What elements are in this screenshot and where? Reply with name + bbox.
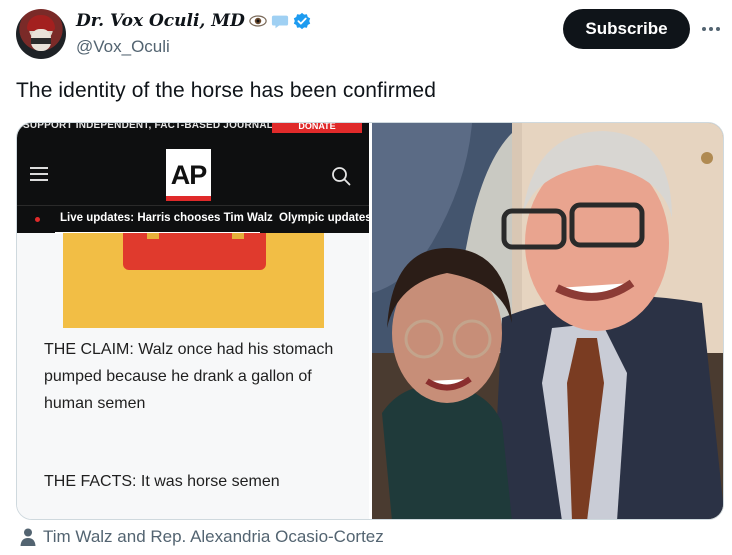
person-icon bbox=[20, 528, 36, 546]
subscribe-button[interactable]: Subscribe bbox=[563, 9, 690, 49]
more-dots-icon bbox=[702, 27, 720, 31]
tweet-media[interactable]: SUPPORT INDEPENDENT, FACT-BASED JOURNALI… bbox=[16, 122, 724, 520]
ap-logo: AP bbox=[166, 149, 211, 201]
nav-live-updates: Live updates: Harris chooses Tim Walz bbox=[60, 212, 273, 224]
live-dot-icon bbox=[35, 217, 40, 222]
photo-illustration bbox=[372, 123, 723, 519]
author-avatar[interactable] bbox=[16, 9, 66, 59]
ap-screenshot-image[interactable]: SUPPORT INDEPENDENT, FACT-BASED JOURNALI… bbox=[17, 123, 369, 519]
nav-olympic-updates: Olympic updates bbox=[279, 212, 369, 224]
menu-icon bbox=[30, 167, 48, 181]
support-banner: SUPPORT INDEPENDENT, FACT-BASED JOURNALI… bbox=[23, 123, 295, 131]
caption-text[interactable]: Tim Walz and Rep. Alexandria Ocasio-Cort… bbox=[43, 527, 384, 547]
article-illustration-red bbox=[123, 233, 266, 270]
author-handle[interactable]: @Vox_Oculi bbox=[76, 37, 170, 57]
speech-bubble-icon bbox=[271, 15, 288, 29]
verified-badge-icon[interactable] bbox=[293, 12, 311, 30]
media-caption: Tim Walz and Rep. Alexandria Ocasio-Cort… bbox=[20, 527, 384, 547]
illustration-tab bbox=[232, 233, 244, 239]
facts-text: THE FACTS: It was horse semen bbox=[44, 473, 280, 490]
photo-image[interactable] bbox=[372, 123, 723, 519]
eye-icon bbox=[249, 15, 267, 27]
search-icon bbox=[332, 167, 351, 186]
donate-badge: DONATE bbox=[272, 123, 362, 133]
illustration-tab bbox=[147, 233, 159, 239]
ap-nav-bar: Live updates: Harris chooses Tim Walz Ol… bbox=[17, 205, 369, 234]
claim-text: THE CLAIM: Walz once had his stomach pum… bbox=[44, 341, 334, 412]
author-display-name[interactable]: Dr. Vox Oculi, MD bbox=[76, 11, 245, 31]
ap-header: SUPPORT INDEPENDENT, FACT-BASED JOURNALI… bbox=[17, 123, 369, 234]
avatar-mask bbox=[31, 38, 51, 44]
tweet-text: The identity of the horse has been confi… bbox=[16, 79, 436, 102]
more-options-button[interactable] bbox=[698, 17, 724, 41]
author-name-row: Dr. Vox Oculi, MD bbox=[76, 11, 311, 31]
